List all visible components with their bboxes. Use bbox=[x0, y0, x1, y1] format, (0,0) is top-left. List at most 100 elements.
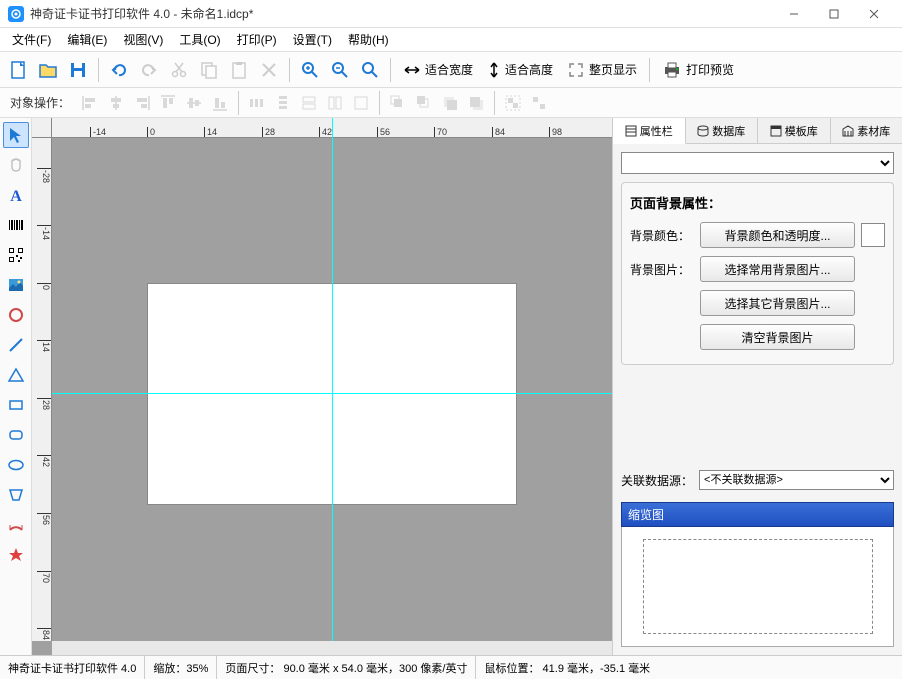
status-app: 神奇证卡证书打印软件 4.0 bbox=[0, 656, 145, 679]
app-icon bbox=[8, 6, 24, 22]
zoom-in-button[interactable] bbox=[296, 56, 324, 84]
ruler-tick: 0 bbox=[147, 127, 155, 137]
group-icon bbox=[501, 91, 525, 115]
zoom-out-button[interactable] bbox=[326, 56, 354, 84]
ellipse-tool[interactable] bbox=[3, 452, 29, 478]
delete-button[interactable] bbox=[255, 56, 283, 84]
tab-properties-label: 属性栏 bbox=[640, 123, 673, 139]
rounded-rect-tool[interactable] bbox=[3, 422, 29, 448]
close-button[interactable] bbox=[854, 2, 894, 26]
tab-templates[interactable]: 模板库 bbox=[758, 118, 831, 143]
new-button[interactable] bbox=[4, 56, 32, 84]
right-panel: 属性栏 数据库 模板库 素材库 页面背景属性： 背景颜色： 背景颜色和透明 bbox=[612, 118, 902, 655]
full-page-button[interactable]: 整页显示 bbox=[561, 56, 643, 84]
tool-palette: A bbox=[0, 118, 32, 655]
tab-assets[interactable]: 素材库 bbox=[831, 118, 902, 143]
copy-button[interactable] bbox=[195, 56, 223, 84]
barcode-tool[interactable] bbox=[3, 212, 29, 238]
preview-header: 缩览图 bbox=[621, 502, 894, 527]
ruler-tick: 14 bbox=[204, 127, 217, 137]
menubar: 文件(F) 编辑(E) 视图(V) 工具(O) 打印(P) 设置(T) 帮助(H… bbox=[0, 28, 902, 52]
menu-view[interactable]: 视图(V) bbox=[115, 31, 171, 48]
guide-vertical[interactable] bbox=[332, 118, 333, 641]
fit-width-label: 适合宽度 bbox=[425, 61, 473, 78]
preview-section: 缩览图 bbox=[621, 502, 894, 647]
menu-edit[interactable]: 编辑(E) bbox=[59, 31, 115, 48]
open-button[interactable] bbox=[34, 56, 62, 84]
bg-color-button[interactable]: 背景颜色和透明度... bbox=[700, 222, 855, 248]
circle-tool[interactable] bbox=[3, 302, 29, 328]
bg-image-label: 背景图片： bbox=[630, 261, 694, 278]
svg-text:A: A bbox=[10, 188, 22, 204]
menu-file[interactable]: 文件(F) bbox=[4, 31, 59, 48]
ruler-tick: -14 bbox=[90, 127, 106, 137]
bg-common-image-button[interactable]: 选择常用背景图片... bbox=[700, 256, 855, 282]
distribute-v-icon bbox=[271, 91, 295, 115]
polygon-tool[interactable] bbox=[3, 482, 29, 508]
database-icon bbox=[697, 125, 709, 137]
ruler-tick: 56 bbox=[37, 513, 51, 525]
same-height-icon bbox=[323, 91, 347, 115]
redo-button[interactable] bbox=[135, 56, 163, 84]
line-tool[interactable] bbox=[3, 332, 29, 358]
maximize-button[interactable] bbox=[814, 2, 854, 26]
menu-settings[interactable]: 设置(T) bbox=[285, 31, 340, 48]
paste-button[interactable] bbox=[225, 56, 253, 84]
save-button[interactable] bbox=[64, 56, 92, 84]
print-preview-button[interactable]: 打印预览 bbox=[656, 56, 740, 84]
ruler-tick: 56 bbox=[377, 127, 390, 137]
fit-width-button[interactable]: 适合宽度 bbox=[397, 56, 479, 84]
rectangle-tool[interactable] bbox=[3, 392, 29, 418]
toolbar-separator bbox=[238, 91, 239, 115]
triangle-tool[interactable] bbox=[3, 362, 29, 388]
minimize-button[interactable] bbox=[774, 2, 814, 26]
zoom-actual-button[interactable] bbox=[356, 56, 384, 84]
undo-button[interactable] bbox=[105, 56, 133, 84]
distribute-h-icon bbox=[245, 91, 269, 115]
hand-tool[interactable] bbox=[3, 152, 29, 178]
ruler-tick: 28 bbox=[262, 127, 275, 137]
datasource-label: 关联数据源： bbox=[621, 472, 693, 489]
text-tool[interactable]: A bbox=[3, 182, 29, 208]
properties-icon bbox=[625, 125, 637, 137]
ruler-tick: 28 bbox=[37, 398, 51, 410]
bg-color-label: 背景颜色： bbox=[630, 227, 694, 244]
arrow-vertical-icon bbox=[487, 61, 501, 79]
toolbar-object: 对象操作： bbox=[0, 88, 902, 118]
same-size-icon bbox=[349, 91, 373, 115]
toolbar-separator bbox=[98, 58, 99, 82]
tab-database-label: 数据库 bbox=[712, 123, 745, 139]
full-page-icon bbox=[567, 61, 585, 79]
printer-icon bbox=[662, 61, 682, 79]
status-zoom: 缩放：35% bbox=[145, 656, 217, 679]
toolbar-separator bbox=[649, 58, 650, 82]
datasource-select[interactable]: <不关联数据源> bbox=[699, 470, 894, 490]
guide-horizontal[interactable] bbox=[52, 393, 612, 394]
print-preview-label: 打印预览 bbox=[686, 61, 734, 78]
align-right-icon bbox=[130, 91, 154, 115]
arc-tool[interactable] bbox=[3, 512, 29, 538]
toolbar-separator bbox=[390, 58, 391, 82]
star-tool[interactable] bbox=[3, 542, 29, 568]
menu-tools[interactable]: 工具(O) bbox=[171, 31, 228, 48]
bg-other-image-button[interactable]: 选择其它背景图片... bbox=[700, 290, 855, 316]
status-page-size: 页面尺寸： 90.0 毫米 x 54.0 毫米，300 像素/英寸 bbox=[217, 656, 476, 679]
preview-thumbnail[interactable] bbox=[643, 539, 873, 634]
scrollbar-horizontal[interactable] bbox=[52, 641, 612, 655]
ruler-tick: 98 bbox=[549, 127, 562, 137]
tab-database[interactable]: 数据库 bbox=[686, 118, 759, 143]
tab-properties[interactable]: 属性栏 bbox=[613, 118, 686, 144]
qrcode-tool[interactable] bbox=[3, 242, 29, 268]
menu-print[interactable]: 打印(P) bbox=[229, 31, 285, 48]
image-tool[interactable] bbox=[3, 272, 29, 298]
menu-help[interactable]: 帮助(H) bbox=[340, 31, 397, 48]
fit-height-button[interactable]: 适合高度 bbox=[481, 56, 559, 84]
toolbar-main: 适合宽度 适合高度 整页显示 打印预览 bbox=[0, 52, 902, 88]
bg-clear-image-button[interactable]: 清空背景图片 bbox=[700, 324, 855, 350]
datasource-row: 关联数据源： <不关联数据源> bbox=[621, 466, 894, 494]
ruler-vertical[interactable]: -28 -14 0 14 28 42 56 70 84 bbox=[32, 138, 52, 641]
cut-button[interactable] bbox=[165, 56, 193, 84]
select-tool[interactable] bbox=[3, 122, 29, 148]
bg-color-swatch[interactable] bbox=[861, 223, 885, 247]
object-selector[interactable] bbox=[621, 152, 894, 174]
